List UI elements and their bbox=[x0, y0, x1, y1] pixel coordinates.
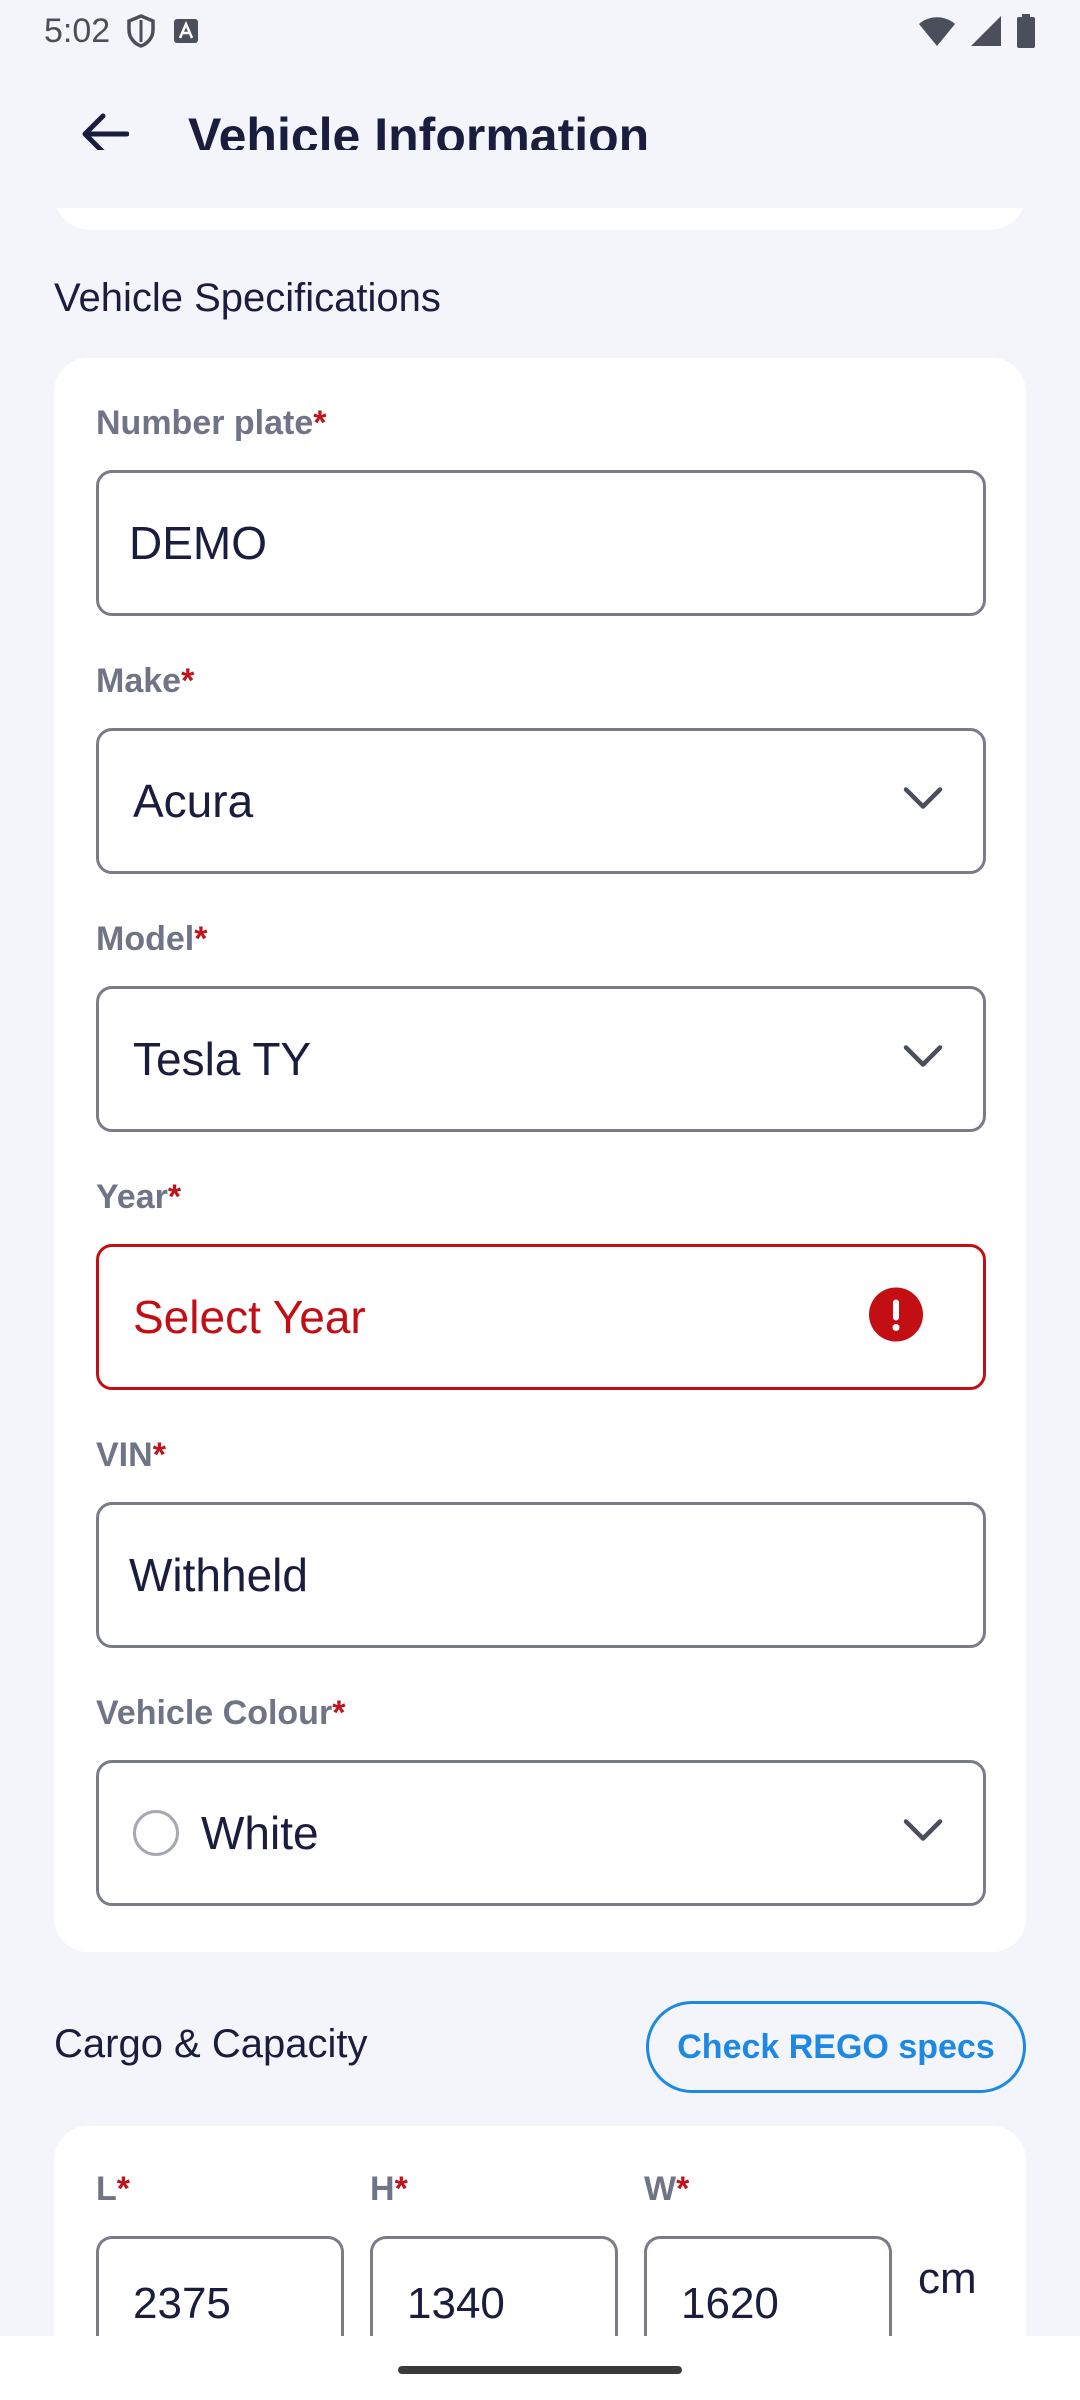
vehicle-colour-value: White bbox=[201, 1807, 319, 1859]
font-notification-icon bbox=[172, 17, 200, 45]
year-label: Year* bbox=[96, 1178, 182, 1216]
height-label: H* bbox=[370, 2170, 408, 2208]
battery-icon bbox=[1016, 14, 1036, 48]
length-label: L* bbox=[96, 2170, 131, 2208]
status-time: 5:02 bbox=[44, 11, 111, 50]
make-select[interactable]: Acura bbox=[96, 728, 986, 874]
make-value: Acura bbox=[133, 775, 254, 827]
year-select[interactable]: Select Year bbox=[96, 1244, 986, 1390]
vehicle-specifications-card: Number plate* DEMO Make* Acura Model* Te… bbox=[54, 358, 1026, 1952]
shield-icon bbox=[126, 14, 156, 48]
vehicle-colour-label: Vehicle Colour* bbox=[96, 1694, 346, 1732]
vehicle-specifications-title: Vehicle Specifications bbox=[54, 276, 441, 320]
number-plate-label: Number plate* bbox=[96, 404, 327, 442]
chevron-down-icon bbox=[903, 787, 943, 816]
width-label: W* bbox=[644, 2170, 690, 2208]
model-select[interactable]: Tesla TY bbox=[96, 986, 986, 1132]
unit-label: cm bbox=[918, 2254, 977, 2303]
model-label: Model* bbox=[96, 920, 208, 958]
wifi-icon bbox=[918, 15, 956, 47]
colour-swatch bbox=[133, 1810, 179, 1856]
error-icon bbox=[869, 1287, 923, 1347]
check-rego-specs-button[interactable]: Check REGO specs bbox=[646, 2001, 1026, 2093]
make-label: Make* bbox=[96, 662, 195, 700]
app-bar-backdrop bbox=[0, 150, 1080, 208]
vehicle-colour-select[interactable]: White bbox=[96, 1760, 986, 1906]
signal-icon bbox=[970, 15, 1002, 47]
vin-value: Withheld bbox=[129, 1549, 308, 1601]
chevron-down-icon bbox=[903, 1819, 943, 1848]
model-value: Tesla TY bbox=[133, 1033, 312, 1085]
home-indicator[interactable] bbox=[398, 2366, 682, 2374]
year-placeholder: Select Year bbox=[133, 1291, 366, 1343]
vin-label: VIN* bbox=[96, 1436, 166, 1474]
number-plate-value: DEMO bbox=[129, 517, 267, 569]
chevron-down-icon bbox=[903, 1045, 943, 1074]
vin-input[interactable]: Withheld bbox=[96, 1502, 986, 1648]
cargo-capacity-title: Cargo & Capacity bbox=[54, 2022, 368, 2066]
status-bar: 5:02 bbox=[0, 0, 1080, 62]
number-plate-input[interactable]: DEMO bbox=[96, 470, 986, 616]
